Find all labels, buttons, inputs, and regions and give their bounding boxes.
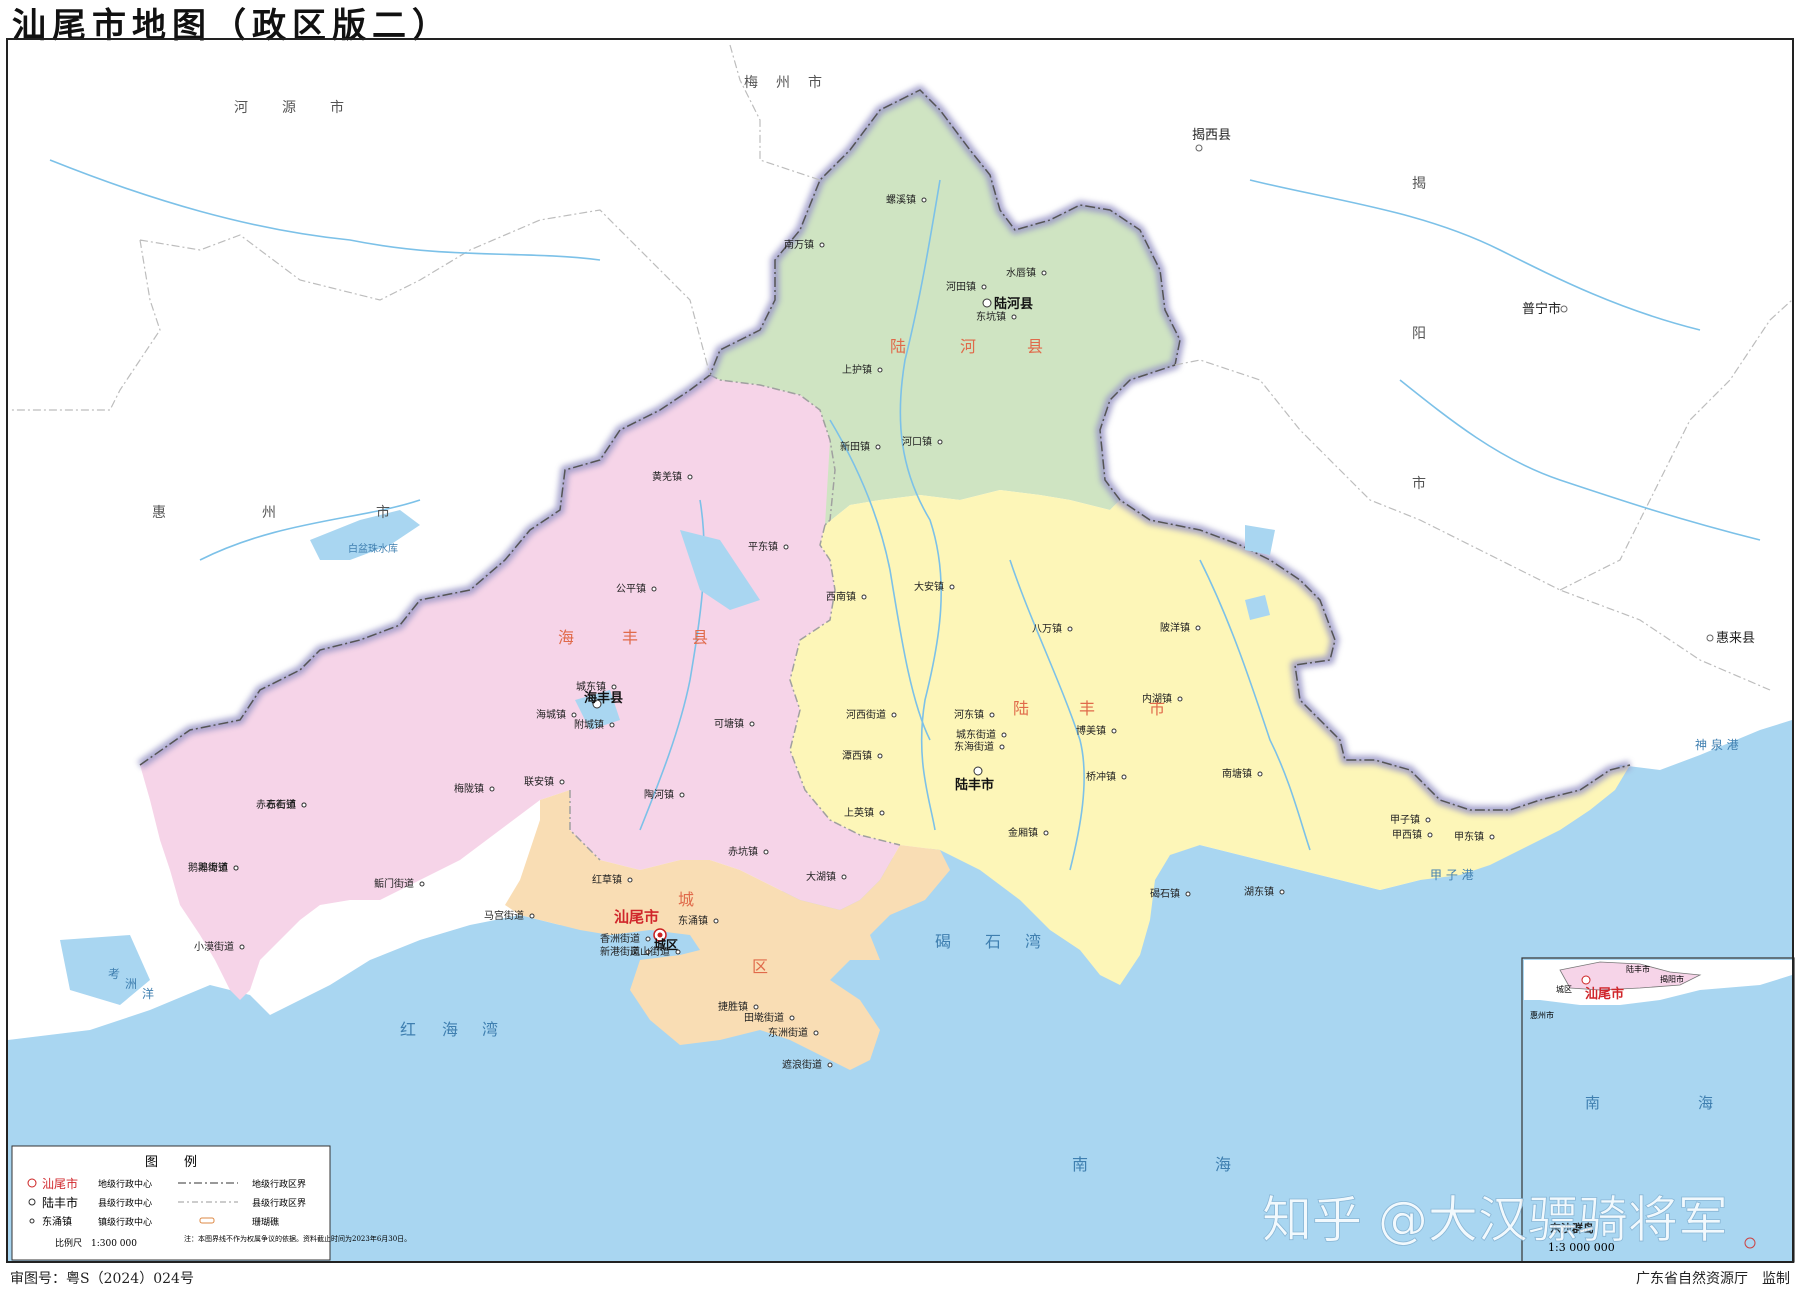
map-frame — [6, 38, 1794, 1263]
footer-publisher: 广东省自然资源厅 监制 — [1636, 1271, 1790, 1287]
footer-approval-number: 审图号：粤S（2024）024号 — [10, 1271, 194, 1287]
